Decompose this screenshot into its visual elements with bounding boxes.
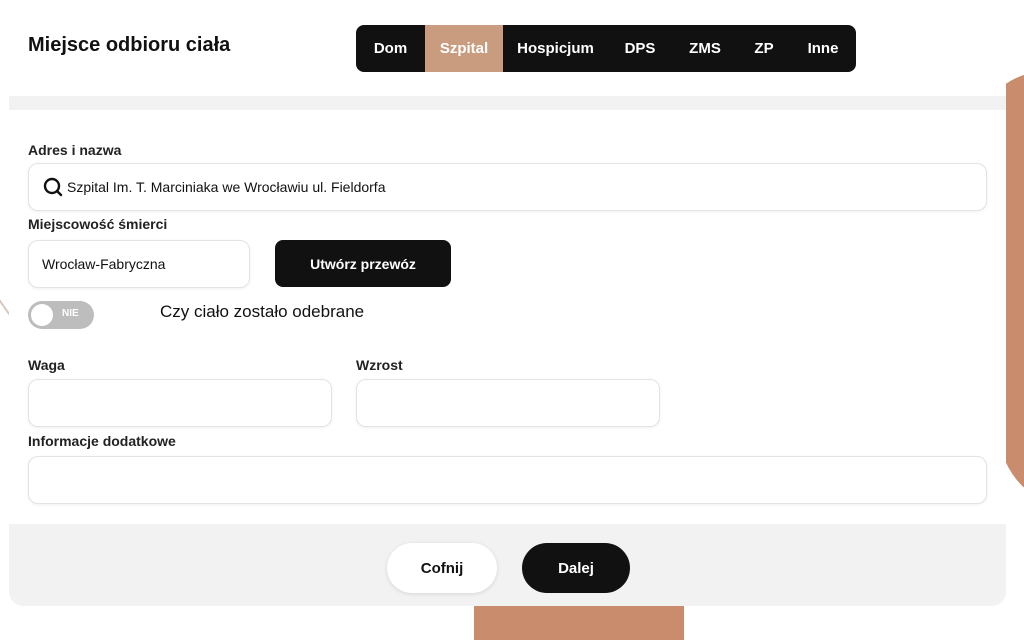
toggle-state-label: NIE bbox=[62, 308, 79, 319]
additional-info-label: Informacje dodatkowe bbox=[28, 433, 176, 449]
transport-form-card: Miejsce odbioru ciała Dom Szpital Hospic… bbox=[9, 0, 1006, 606]
weight-label: Waga bbox=[28, 357, 65, 373]
back-button[interactable]: Cofnij bbox=[387, 543, 497, 593]
toggle-knob bbox=[31, 304, 53, 326]
tab-dom[interactable]: Dom bbox=[356, 25, 425, 72]
additional-info-input[interactable] bbox=[28, 456, 987, 504]
height-label: Wzrost bbox=[356, 357, 403, 373]
tab-zp[interactable]: ZP bbox=[738, 25, 790, 72]
tab-dps[interactable]: DPS bbox=[608, 25, 672, 72]
body-collected-toggle[interactable]: NIE bbox=[28, 301, 94, 329]
tab-szpital[interactable]: Szpital bbox=[425, 25, 503, 72]
search-icon bbox=[43, 176, 65, 198]
weight-input[interactable] bbox=[28, 379, 332, 427]
form-header: Miejsce odbioru ciała Dom Szpital Hospic… bbox=[9, 0, 1006, 96]
form-body: Adres i nazwa Szpital Im. T. Marciniaka … bbox=[9, 110, 1006, 524]
create-transport-button[interactable]: Utwórz przewóz bbox=[275, 240, 451, 287]
address-value: Szpital Im. T. Marciniaka we Wrocławiu u… bbox=[67, 179, 386, 195]
city-label: Miejscowość śmierci bbox=[28, 216, 168, 232]
address-label: Adres i nazwa bbox=[28, 142, 122, 158]
next-button[interactable]: Dalej bbox=[522, 543, 630, 593]
page-title: Miejsce odbioru ciała bbox=[28, 34, 231, 56]
tab-zms[interactable]: ZMS bbox=[672, 25, 738, 72]
toggle-caption: Czy ciało zostało odebrane bbox=[160, 302, 365, 321]
city-value: Wrocław-Fabryczna bbox=[42, 256, 166, 272]
height-input[interactable] bbox=[356, 379, 660, 427]
decorative-shape-bottom bbox=[474, 600, 684, 640]
address-search-input[interactable]: Szpital Im. T. Marciniaka we Wrocławiu u… bbox=[28, 163, 987, 211]
tab-hospicjum[interactable]: Hospicjum bbox=[503, 25, 608, 72]
city-input[interactable]: Wrocław-Fabryczna bbox=[28, 240, 250, 288]
place-type-tabs: Dom Szpital Hospicjum DPS ZMS ZP Inne bbox=[356, 25, 856, 72]
tab-inne[interactable]: Inne bbox=[790, 25, 856, 72]
